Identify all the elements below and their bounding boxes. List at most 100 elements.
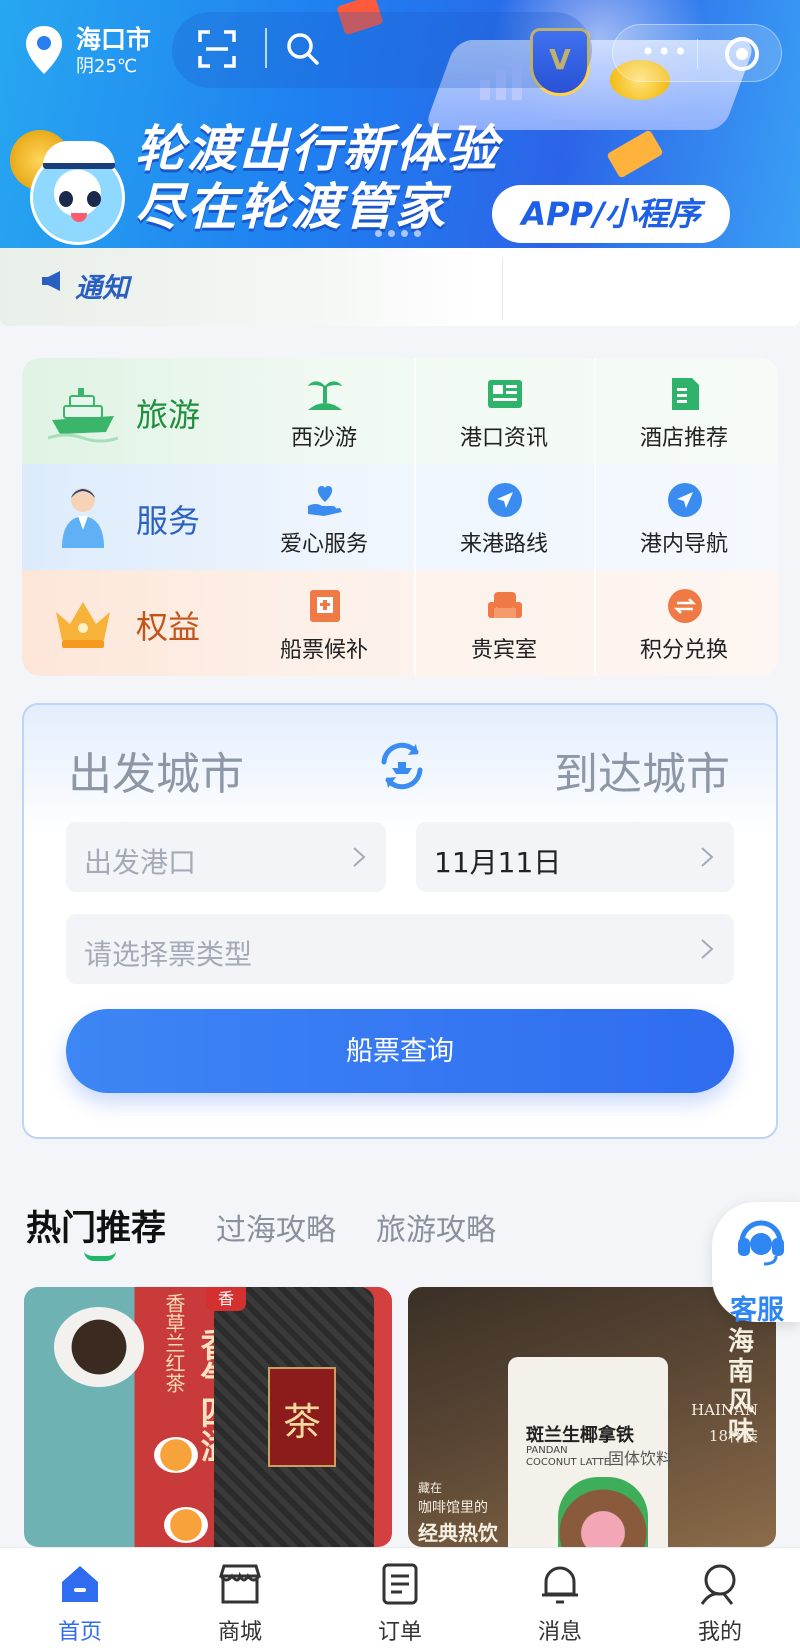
category-service[interactable]: 服务 [22,464,234,570]
departure-date-value: 11月11日 [434,846,562,879]
tea-can-label: 茶 [268,1367,336,1467]
ticket-query-button[interactable]: 船票查询 [66,1009,734,1093]
category-title: 服务 [136,502,201,540]
nav-label: 商城 [217,1620,262,1645]
mascot-mouth [71,213,87,222]
captain-cap [43,141,115,169]
tab-travel-guide[interactable]: 旅游攻略 [376,1205,496,1249]
store-icon [218,1564,262,1604]
searchbar-divider [265,28,267,68]
weather-text: 阴25℃ [76,56,138,77]
menu-item-label: 积分兑换 [639,638,728,663]
ticket-waitlist-icon [310,590,340,622]
nav-label: 订单 [377,1620,422,1645]
chevron-right-icon [353,847,366,867]
chevron-right-icon [701,847,714,867]
capsule-divider [697,39,698,69]
megaphone-icon [42,271,60,291]
search-icon[interactable] [284,30,322,68]
departure-city[interactable]: 出发城市 [68,738,244,802]
order-icon [382,1563,418,1605]
scan-icon[interactable] [198,30,236,68]
ticket-type-placeholder: 请选择票类型 [84,938,253,971]
menu-item-label: 来港路线 [459,532,548,557]
product-card-pandan-coconut-latte[interactable]: 斑兰生椰拿铁 PANDAN COCONUT LATTE 固体饮料 海南风味 HA… [408,1287,776,1547]
category-row-tourism: 旅游 西沙游 港口资讯 酒店推荐 [22,358,778,464]
cruise-ship-icon [48,388,118,443]
navigation-arrow-icon [488,483,522,517]
menu-item-route-to-port[interactable]: 来港路线 [414,464,594,570]
departure-port-select[interactable]: 出发港口 [66,822,386,892]
nav-label: 我的 [697,1620,742,1645]
banner-headline-line2: 尽在轮渡管家 [135,178,447,236]
nav-profile[interactable]: 我的 [640,1548,800,1651]
user-icon [700,1564,736,1605]
ticket-type-select[interactable]: 请选择票类型 [66,914,734,984]
menu-item-label: 贵宾室 [470,638,537,663]
city-name[interactable]: 海口市 [76,20,151,56]
category-tourism[interactable]: 旅游 [22,358,234,464]
active-tab-indicator [84,1251,116,1261]
tea-cup-image [164,1507,208,1543]
nav-home[interactable]: 首页 [0,1548,160,1651]
category-title: 旅游 [136,396,201,434]
staff-person-icon [62,488,104,548]
departure-date-select[interactable]: 11月11日 [416,822,734,892]
grid-divider [414,358,416,676]
departure-port-placeholder: 出发港口 [84,846,197,879]
menu-item-label: 爱心服务 [279,532,368,557]
arrival-city[interactable]: 到达城市 [554,738,730,802]
menu-item-port-news[interactable]: 港口资讯 [414,358,594,464]
product-right-count: 18杯装 [708,1427,758,1445]
exchange-icon [668,589,702,623]
menu-item-label: 港内导航 [639,532,728,557]
tea-can-char: 茶 [282,1400,321,1444]
location-pin-icon[interactable] [24,24,64,76]
category-grid: 旅游 西沙游 港口资讯 酒店推荐 服务 爱心服务 来港路线 港内导航 权益 船票… [22,358,778,676]
ticket-art [606,129,664,179]
customer-service-label: 客服 [730,1295,784,1326]
nav-orders[interactable]: 订单 [320,1548,480,1651]
product-subtitle: PANDAN COCONUT LATTE [526,1445,611,1468]
menu-item-xisha-tour[interactable]: 西沙游 [234,358,414,464]
nav-messages[interactable]: 消息 [480,1548,640,1651]
product-right-en: HAINAN [691,1401,758,1419]
bag-illustration [558,1477,648,1547]
notice-divider [502,258,503,320]
more-icon[interactable]: ••• [641,40,689,64]
carousel-dots [372,222,424,241]
headset-icon [738,1220,784,1266]
menu-item-ticket-waitlist[interactable]: 船票候补 [234,570,414,676]
menu-item-hotel-recommend[interactable]: 酒店推荐 [594,358,774,464]
home-icon [62,1566,98,1602]
mascot-eye [59,191,73,207]
grid-divider [594,358,596,676]
sofa-icon [488,592,522,618]
tab-hot-recommend[interactable]: 热门推荐 [26,1200,166,1251]
menu-item-vip-lounge[interactable]: 贵宾室 [414,570,594,676]
miniprogram-capsule: ••• [612,24,782,82]
menu-item-points-exchange[interactable]: 积分兑换 [594,570,774,676]
banner-headline-line1: 轮渡出行新体验 [135,120,499,178]
document-icon [672,378,699,410]
product-tag: 固体饮料 [608,1449,673,1468]
menu-item-care-service[interactable]: 爱心服务 [234,464,414,570]
mascot-image [30,141,125,245]
notice-label: 通知 [75,273,129,304]
tab-crossing-guide[interactable]: 过海攻略 [216,1205,336,1249]
close-miniprogram-icon[interactable] [725,37,759,71]
swap-cities-icon[interactable] [376,740,428,792]
product-card-vanilla-black-tea[interactable]: 香草兰红茶 香气四溢 香 茶 [24,1287,392,1547]
bottom-navigation: 首页 商城 订单 消息 我的 [0,1547,800,1651]
product-note-small: 藏在 [418,1481,443,1495]
heart-hand-icon [308,486,342,516]
nav-label: 首页 [57,1620,102,1645]
category-benefits[interactable]: 权益 [22,570,234,676]
nav-label: 消息 [537,1620,582,1645]
menu-item-in-port-navigation[interactable]: 港内导航 [594,464,774,570]
banner-headline: 轮渡出行新体验 尽在轮渡管家 [135,120,499,236]
nav-store[interactable]: 商城 [160,1548,320,1651]
product-note-mid: 咖啡馆里的 [418,1500,488,1516]
crown-icon [56,602,110,648]
category-title: 权益 [136,608,201,646]
